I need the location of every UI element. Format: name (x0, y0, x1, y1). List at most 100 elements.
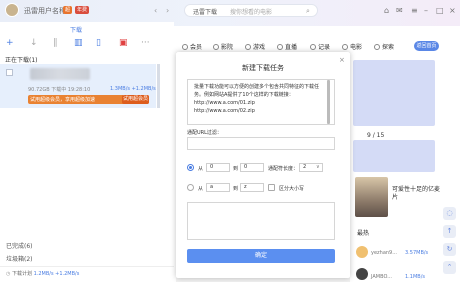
from-label: 从 (198, 166, 204, 172)
menu-icon[interactable]: ≡ (411, 6, 418, 15)
status-label[interactable]: 下载计划 (12, 271, 32, 277)
home-button[interactable]: 返回首页 (414, 41, 439, 51)
movie-title[interactable]: 可爱性十足的亿麦片 (392, 186, 440, 202)
chevron-down-icon: ∨ (316, 164, 320, 170)
nav-item-label: 会员 (190, 44, 203, 51)
svip-badge: 超 (63, 6, 73, 14)
textarea-line: 批量下载功能可以方便的创建多个包含共同特征的下载任 (194, 84, 320, 90)
search-category[interactable]: 迅雷下载 (193, 7, 217, 16)
to-number-input[interactable]: 0 (240, 163, 264, 172)
nav-item-label: 记录 (318, 44, 331, 51)
case-sensitive-checkbox[interactable] (268, 184, 275, 191)
scrollbar[interactable] (157, 64, 160, 108)
search-icon[interactable]: ⌕ (306, 7, 310, 16)
divider (0, 266, 174, 267)
search-input[interactable]: 搜你想看的电影 (230, 7, 272, 16)
task-filename (30, 68, 90, 80)
textarea-scrollbar[interactable] (327, 80, 330, 124)
user-name[interactable]: yezhan9... (371, 250, 397, 256)
status-speed: 1.2MB/s +1.2MB/s (33, 271, 80, 277)
app-window: 迅雷用户名称 超 年费 ‹ › 迅雷下载 搜你想看的电影 ⌕ ⌂ ✉ ≡ – □… (0, 0, 460, 282)
more-icon[interactable]: ··· (141, 38, 150, 48)
chat-icon[interactable]: ◌ (443, 207, 456, 220)
hot-label: 最热 (357, 230, 370, 237)
sidebar-item-trash[interactable]: 垃圾箱(2) (6, 254, 33, 263)
case-sensitive-label: 区分大小写 (279, 186, 305, 192)
nav-item-label: 游戏 (253, 44, 266, 51)
letter-radio[interactable] (187, 184, 194, 191)
from-label: 从 (198, 186, 204, 192)
search-bar[interactable]: 迅雷下载 搜你想看的电影 ⌕ (184, 4, 318, 17)
sidebar-item-completed[interactable]: 已完成(6) (6, 241, 33, 250)
vip-level-badge: 年费 (75, 6, 90, 14)
task-meta: 90.72GB 下载中 19:28:10 (28, 87, 91, 93)
nav-item-games[interactable]: 游戏 (245, 42, 265, 51)
upload-icon[interactable]: ↑ (443, 225, 456, 238)
movie-thumbnail[interactable] (355, 177, 388, 217)
batch-url-textarea[interactable]: 批量下载功能可以方便的创建多个包含共同特征的下载任 务。例如网站A提供了10个这… (187, 79, 335, 125)
explore-icon (374, 44, 380, 50)
to-label: 到 (233, 186, 239, 192)
promo-card[interactable] (353, 140, 435, 172)
task-checkbox[interactable] (6, 69, 13, 76)
gift-icon[interactable]: ▣ (119, 38, 128, 48)
result-preview-textarea[interactable] (187, 202, 335, 240)
username[interactable]: 迅雷用户名称 (24, 6, 66, 16)
to-label: 到 (233, 166, 239, 172)
from-letter-input[interactable]: a (206, 183, 230, 192)
wildcard-length-label: 通配符长度： (268, 166, 299, 172)
user-speed: 1.1MB/s (405, 274, 425, 280)
user-name[interactable]: JAMBO... (371, 274, 392, 280)
nav-item-movies[interactable]: 电影 (342, 42, 362, 51)
vip-promo-text: 试用超级会员，享用超级加速 (30, 97, 96, 103)
dialog-title: 新建下载任务 (242, 64, 284, 72)
close-icon[interactable]: × (339, 56, 345, 64)
section-downloading[interactable]: 正在下载(1) (5, 55, 38, 64)
maximize-icon[interactable]: □ (436, 6, 444, 15)
url-filter-input[interactable] (187, 137, 335, 150)
delete-icon[interactable]: ▥ (74, 38, 83, 48)
cloud-icon (310, 44, 316, 50)
game-icon (245, 44, 251, 50)
phone-icon[interactable]: ▯ (96, 38, 101, 48)
panel-title: 下载 (70, 27, 83, 34)
close-icon[interactable]: × (449, 6, 456, 15)
task-speed: 1.3MB/s +1.2MB/s (110, 86, 156, 92)
avatar[interactable] (5, 3, 19, 17)
live-icon (277, 44, 283, 50)
back-arrow-icon[interactable]: ‹ (154, 6, 157, 15)
nav-item-label: 直播 (285, 44, 298, 51)
shirt-icon[interactable]: ⌂ (384, 6, 389, 15)
new-task-dialog: 新建下载任务 × 批量下载功能可以方便的创建多个包含共同特征的下载任 务。例如网… (176, 52, 350, 278)
nav-item-live[interactable]: 直播 (277, 42, 297, 51)
message-icon[interactable]: ✉ (396, 6, 403, 15)
to-letter-input[interactable]: z (240, 183, 264, 192)
refresh-icon[interactable]: ↻ (443, 243, 456, 256)
nav-item-history[interactable]: 记录 (310, 42, 330, 51)
vip-promo-bar[interactable]: 试用超级会员，享用超级加速 试用超会员 (28, 95, 149, 104)
wildcard-length-value: 2 (303, 164, 307, 170)
from-number-input[interactable]: 0 (206, 163, 230, 172)
pause-icon[interactable]: ∥ (53, 38, 58, 48)
user-avatar[interactable] (356, 268, 368, 280)
nav-item-cinema[interactable]: 影院 (213, 42, 233, 51)
cinema-icon (213, 44, 219, 50)
download-icon[interactable]: ↓ (30, 38, 38, 48)
minimize-icon[interactable]: – (424, 6, 428, 15)
movie-icon (342, 44, 348, 50)
pager: 9 / 15 (367, 132, 385, 139)
nav-item-explore[interactable]: 探索 (374, 42, 394, 51)
nav-item-vip[interactable]: 会员 (182, 42, 202, 51)
ok-button[interactable]: 确定 (187, 249, 335, 263)
scroll-top-icon[interactable]: ⌃ (443, 261, 456, 274)
forward-arrow-icon[interactable]: › (166, 6, 169, 15)
numeric-radio[interactable] (187, 164, 194, 171)
wildcard-length-select[interactable]: 2 ∨ (299, 163, 323, 172)
textarea-line: 务。例如网站A提供了10个这样的下载链接： (194, 92, 294, 98)
banner-card[interactable] (353, 60, 435, 126)
user-avatar[interactable] (356, 246, 368, 258)
add-icon[interactable]: + (6, 38, 14, 48)
textarea-line: http://www.a.com/01.zip (194, 100, 255, 106)
vip-trial-button[interactable]: 试用超会员 (122, 95, 149, 104)
status-bar: ◷ 下载计划 1.2MB/s +1.2MB/s (6, 270, 79, 277)
